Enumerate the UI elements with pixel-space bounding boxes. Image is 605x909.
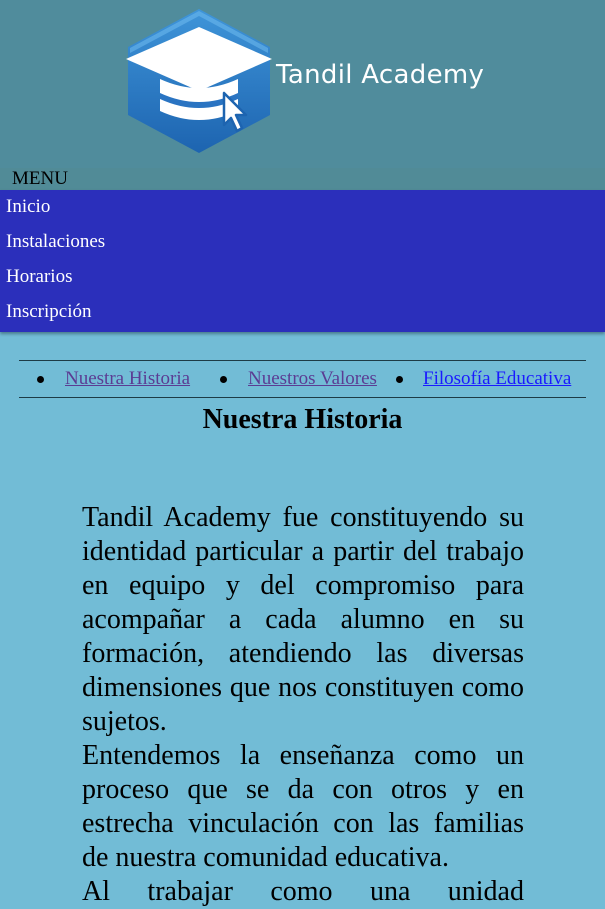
menu-label[interactable]: MENU [12, 168, 68, 190]
bullet-icon [37, 376, 44, 383]
paragraph: Al trabajar como una unidad [82, 876, 524, 907]
paragraph: Entendemos la enseñanza como un proceso … [82, 740, 524, 873]
bullet-icon [396, 376, 403, 383]
nav-item-horarios[interactable]: Horarios [6, 266, 72, 288]
graduation-cap-cursor-icon[interactable] [120, 7, 278, 155]
paragraph: Tandil Academy fue constituyendo su iden… [82, 502, 524, 737]
brand-name: Tandil Academy [276, 60, 485, 90]
main-nav: Inicio Instalaciones Horarios Inscripció… [0, 190, 605, 332]
subnav-link-nuestra-historia[interactable]: Nuestra Historia [65, 368, 190, 390]
page-title: Nuestra Historia [202, 404, 403, 435]
nav-item-instalaciones[interactable]: Instalaciones [6, 231, 105, 253]
bullet-icon [220, 376, 227, 383]
nav-item-inscripcion[interactable]: Inscripción [6, 301, 91, 323]
menu-bar[interactable]: MENU [0, 168, 605, 190]
subnav-link-nuestros-valores[interactable]: Nuestros Valores [248, 368, 377, 390]
site-header: Tandil Academy [0, 0, 605, 168]
section-subnav: Nuestra Historia Nuestros Valores Filoso… [19, 360, 586, 398]
subnav-link-filosofia-educativa[interactable]: Filosofía Educativa [423, 368, 571, 390]
history-content: Tandil Academy fue constituyendo su iden… [82, 501, 524, 909]
nav-item-inicio[interactable]: Inicio [6, 196, 50, 218]
